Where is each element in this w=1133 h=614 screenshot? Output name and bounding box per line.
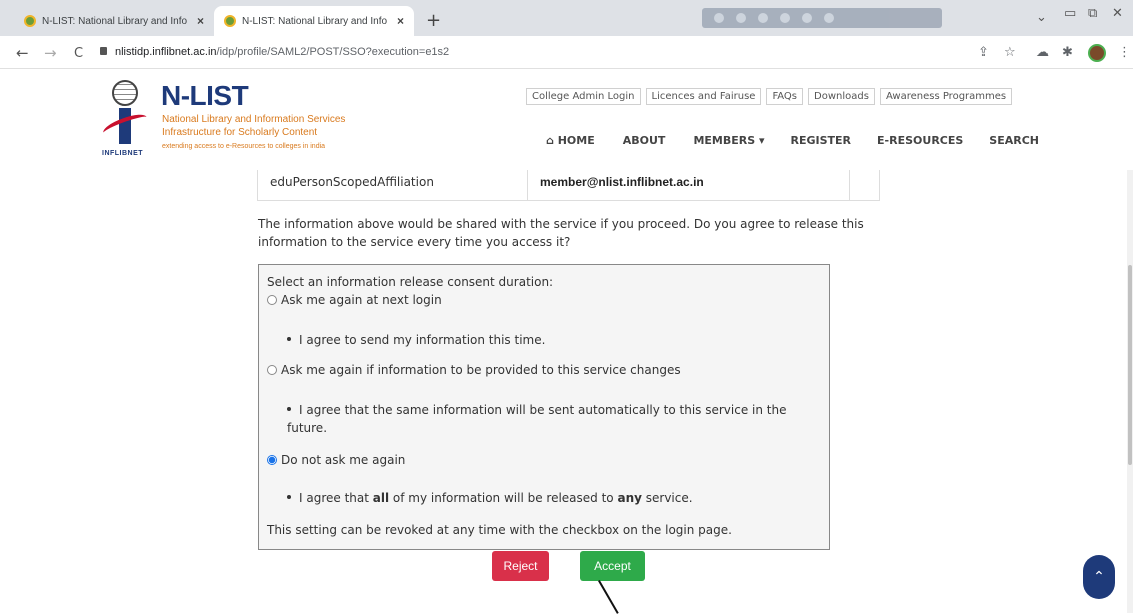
awareness-programmes-link[interactable]: Awareness Programmes <box>879 88 1013 105</box>
minimize-icon[interactable]: ▭ <box>1064 6 1076 21</box>
radio-ask-next-login[interactable] <box>267 295 277 305</box>
nav-home-label: HOME <box>557 134 595 147</box>
annotation-pointer-line <box>598 580 619 614</box>
site-tagline: extending access to e-Resources to colle… <box>162 143 326 150</box>
toolbar-dot-icon <box>824 13 834 23</box>
attribute-value: member@nlist.inflibnet.ac.in <box>528 170 850 200</box>
tab-title: N-LIST: National Library and Info <box>42 15 188 27</box>
option-detail: I agree that all of my information will … <box>287 489 807 507</box>
option-detail: I agree that the same information will b… <box>287 401 807 437</box>
browser-tab-active[interactable]: N-LIST: National Library and Info × <box>214 6 414 36</box>
site-subtitle: Infrastructure for Scholarly Content <box>162 127 318 138</box>
revoke-note: This setting can be revoked at any time … <box>267 523 732 537</box>
option-detail-text: I agree that the same information will b… <box>287 403 787 435</box>
toolbar-dot-icon <box>802 13 812 23</box>
option-label: Do not ask me again <box>281 453 406 467</box>
option-label: Ask me again at next login <box>281 293 442 307</box>
url-host: nlistidp.inflibnet.ac.in <box>115 46 217 58</box>
detail-emphasis: any <box>617 491 642 505</box>
nav-members[interactable]: MEMBERS ▾ <box>693 134 764 147</box>
browser-tab-bar: N-LIST: National Library and Info × N-LI… <box>0 0 1133 36</box>
option-detail-text: I agree to send my information this time… <box>299 333 546 347</box>
page-scrollbar[interactable] <box>1127 170 1133 613</box>
nav-members-label: MEMBERS <box>693 134 756 147</box>
close-window-icon[interactable]: ✕ <box>1112 6 1123 21</box>
accept-button[interactable]: Accept <box>580 551 645 581</box>
radio-do-not-ask-selected[interactable] <box>267 455 277 465</box>
scrollbar-thumb[interactable] <box>1128 265 1132 465</box>
lock-icon <box>100 47 107 55</box>
browser-tab[interactable]: N-LIST: National Library and Info × <box>14 6 214 36</box>
bookmark-star-icon[interactable]: ☆ <box>1004 45 1016 60</box>
translate-toolbar[interactable] <box>702 8 942 28</box>
chevron-up-icon: ⌃ <box>1093 569 1105 585</box>
consent-intro: The information above would be shared wi… <box>258 217 864 249</box>
attribute-name: eduPersonScopedAffiliation <box>258 170 528 200</box>
forward-arrow-icon[interactable]: → <box>44 44 57 62</box>
nav-home[interactable]: ⌂ HOME <box>546 134 595 147</box>
radio-ask-on-change[interactable] <box>267 365 277 375</box>
college-admin-login-link[interactable]: College Admin Login <box>526 88 641 105</box>
toolbar-dot-icon <box>714 13 724 23</box>
detail-text: I agree that <box>299 491 373 505</box>
detail-text: service. <box>641 491 693 505</box>
address-bar-row: ← → C nlistidp.inflibnet.ac.in/idp/profi… <box>0 36 1133 69</box>
inflibnet-logo[interactable]: INFLIBNET <box>100 80 150 162</box>
site-header: INFLIBNET N-LIST National Library and In… <box>0 70 1133 170</box>
option-ask-next-login[interactable]: Ask me again at next login <box>267 293 442 307</box>
cloud-icon[interactable]: ☁ <box>1036 45 1049 60</box>
nav-about[interactable]: ABOUT <box>623 134 666 147</box>
reject-button[interactable]: Reject <box>492 551 549 581</box>
restore-icon[interactable]: ⧉ <box>1088 6 1097 21</box>
bullet-icon <box>287 407 291 411</box>
consent-duration-box: Select an information release consent du… <box>258 264 830 550</box>
site-favicon-icon <box>224 15 236 27</box>
logo-text: INFLIBNET <box>102 150 144 157</box>
site-title: N-LIST <box>161 80 249 111</box>
bullet-icon <box>287 337 291 341</box>
detail-text: of my information will be released to <box>389 491 618 505</box>
scroll-to-top-button[interactable]: ⌃ <box>1083 555 1115 599</box>
site-subtitle: National Library and Information Service… <box>162 114 346 125</box>
tab-title: N-LIST: National Library and Info <box>242 15 388 27</box>
bullet-icon <box>287 495 291 499</box>
option-label: Ask me again if information to be provid… <box>281 363 681 377</box>
url-path: /idp/profile/SAML2/POST/SSO?execution=e1… <box>216 46 450 58</box>
option-ask-on-change[interactable]: Ask me again if information to be provid… <box>267 363 681 377</box>
toolbar-dot-icon <box>736 13 746 23</box>
detail-emphasis: all <box>372 491 390 505</box>
profile-avatar[interactable] <box>1088 44 1106 62</box>
option-do-not-ask[interactable]: Do not ask me again <box>267 453 405 467</box>
browser-menu-icon[interactable]: ⋮ <box>1118 45 1131 60</box>
nav-search[interactable]: SEARCH <box>989 134 1039 147</box>
home-icon: ⌂ <box>546 134 554 147</box>
caret-down-icon: ▾ <box>758 134 765 147</box>
licences-link[interactable]: Licences and Fairuse <box>645 88 762 105</box>
faqs-link[interactable]: FAQs <box>766 88 804 105</box>
new-tab-button[interactable]: + <box>426 10 441 31</box>
toolbar-dot-icon <box>758 13 768 23</box>
main-nav: ⌂ HOME ABOUT MEMBERS ▾ REGISTER E-RESOUR… <box>546 134 1039 147</box>
attribute-table-row: eduPersonScopedAffiliation member@nlist.… <box>257 170 880 201</box>
tab-search-chevron-icon[interactable]: ⌄ <box>1036 10 1047 25</box>
consent-page: eduPersonScopedAffiliation member@nlist.… <box>0 170 1133 614</box>
option-detail: I agree to send my information this time… <box>287 331 807 349</box>
consent-prompt: Select an information release consent du… <box>267 275 554 289</box>
tab-close-icon[interactable]: × <box>397 14 404 28</box>
reload-icon[interactable]: C <box>74 46 83 61</box>
url-field[interactable]: nlistidp.inflibnet.ac.in/idp/profile/SAM… <box>100 46 449 58</box>
toolbar-dot-icon <box>780 13 790 23</box>
tab-close-icon[interactable]: × <box>197 14 204 28</box>
nav-register[interactable]: REGISTER <box>791 134 852 147</box>
downloads-link[interactable]: Downloads <box>808 88 875 105</box>
extensions-puzzle-icon[interactable]: ✱ <box>1062 45 1073 60</box>
top-links: College Admin Login Licences and Fairuse… <box>526 88 1013 105</box>
site-favicon-icon <box>24 15 36 27</box>
nav-eresources[interactable]: E-RESOURCES <box>877 134 963 147</box>
share-icon[interactable]: ⇪ <box>978 45 989 60</box>
globe-icon <box>112 80 138 106</box>
back-arrow-icon[interactable]: ← <box>16 44 29 62</box>
